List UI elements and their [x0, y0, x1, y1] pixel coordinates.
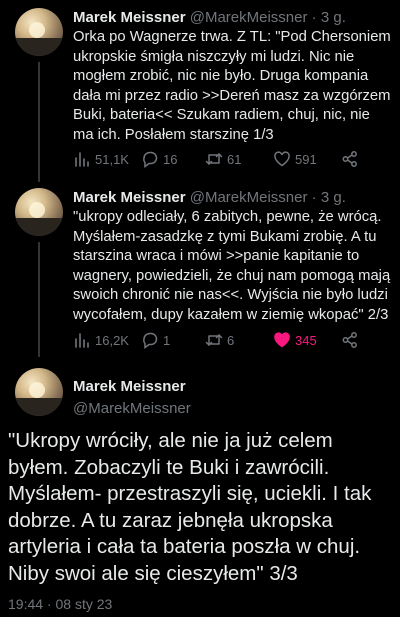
tweet-header: Marek Meissner @MarekMeissner · 3 g.: [73, 8, 346, 28]
tweet-2[interactable]: Marek Meissner @MarekMeissner · 3 g. "uk…: [0, 188, 400, 358]
share-icon: [342, 332, 357, 348]
views-count: 51,1K: [95, 151, 129, 167]
views-count: 16,2K: [95, 332, 129, 348]
author-handle[interactable]: @MarekMeissner: [190, 189, 308, 206]
share-icon: [342, 151, 357, 167]
retweet-button[interactable]: 6: [205, 331, 234, 349]
tweet-text: Orka po Wagnerze trwa. Z TL: "Pod Cherso…: [73, 29, 391, 143]
avatar[interactable]: [15, 188, 63, 236]
retweet-icon: [205, 334, 223, 346]
author-name[interactable]: Marek Meissner: [73, 378, 186, 395]
author-name[interactable]: Marek Meissner: [73, 9, 186, 26]
author-handle[interactable]: @MarekMeissner: [73, 400, 191, 417]
like-count: 591: [295, 151, 317, 167]
reply-count: 1: [163, 332, 171, 348]
retweet-icon: [205, 153, 223, 165]
views-icon: [75, 333, 89, 348]
avatar[interactable]: [15, 368, 63, 416]
like-icon: [274, 332, 290, 348]
author-handle[interactable]: @MarekMeissner: [190, 9, 308, 26]
views-button[interactable]: 16,2K: [73, 331, 129, 349]
separator-dot: ·: [311, 9, 317, 26]
separator-dot: ·: [311, 189, 317, 206]
tweet-actions: 51,1K 16 61 591: [73, 150, 373, 170]
reply-button[interactable]: 1: [141, 331, 170, 349]
like-count: 345: [295, 332, 317, 348]
reply-icon: [143, 332, 158, 349]
views-button[interactable]: 51,1K: [73, 150, 129, 168]
reply-icon: [143, 151, 158, 168]
main-tweet-text: "Ukropy wróciły, ale nie ja już celem by…: [8, 429, 372, 585]
tweet-text: "ukropy odleciały, 6 zabitych, pewne, że…: [73, 209, 391, 323]
retweet-count: 61: [227, 151, 242, 167]
tweet-1[interactable]: Marek Meissner @MarekMeissner · 3 g. Ork…: [0, 8, 400, 178]
retweet-count: 6: [227, 332, 235, 348]
tweet-timestamp[interactable]: 19:44 · 08 sty 23: [8, 596, 112, 612]
share-button[interactable]: [341, 150, 359, 168]
reply-button[interactable]: 16: [141, 150, 177, 168]
like-button[interactable]: 591: [273, 150, 317, 168]
author-name[interactable]: Marek Meissner: [73, 189, 186, 206]
like-icon: [274, 151, 290, 167]
tweet-actions: 16,2K 1 6 345: [73, 331, 373, 351]
reply-count: 16: [163, 151, 178, 167]
like-button[interactable]: 345: [273, 331, 317, 349]
avatar[interactable]: [15, 8, 63, 56]
tweet-time[interactable]: 3 g.: [321, 189, 346, 206]
retweet-button[interactable]: 61: [205, 150, 241, 168]
views-icon: [75, 152, 89, 167]
share-button[interactable]: [341, 331, 359, 349]
tweet-time[interactable]: 3 g.: [321, 9, 346, 26]
tweet-header: Marek Meissner @MarekMeissner · 3 g.: [73, 188, 346, 208]
